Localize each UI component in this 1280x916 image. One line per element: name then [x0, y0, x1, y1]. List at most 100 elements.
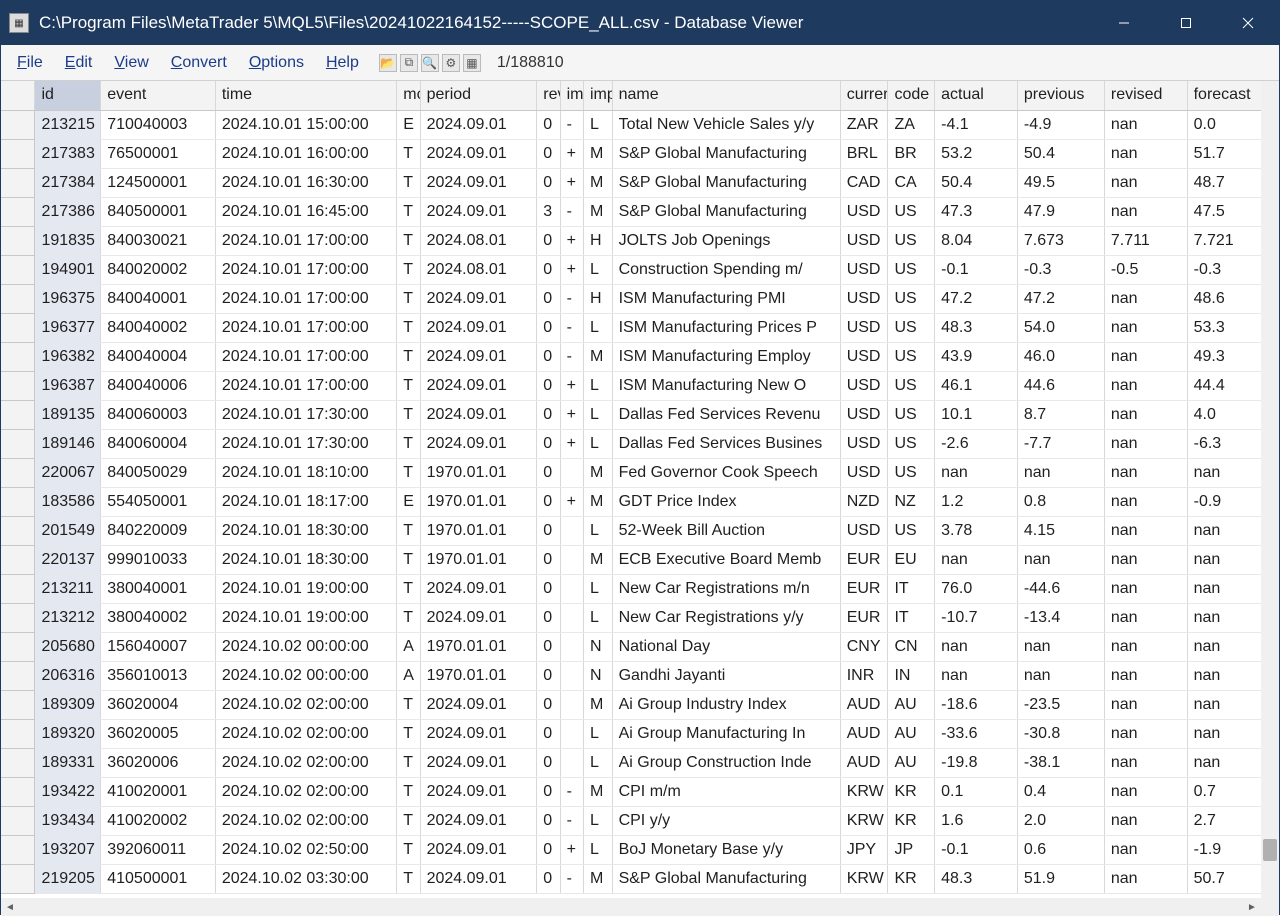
rownum-header[interactable]: [1, 81, 35, 110]
cell-period[interactable]: 2024.09.01: [420, 139, 537, 168]
cell-mc[interactable]: T: [397, 168, 420, 197]
table-row[interactable]: 1934344100200022024.10.02 02:00:00T2024.…: [1, 806, 1279, 835]
cell-im[interactable]: +: [560, 226, 583, 255]
cell-name[interactable]: CPI m/m: [612, 777, 840, 806]
cell-id[interactable]: 205680: [35, 632, 101, 661]
cell-im[interactable]: -: [560, 313, 583, 342]
cell-period[interactable]: 1970.01.01: [420, 516, 537, 545]
cell-actual[interactable]: 8.04: [935, 226, 1018, 255]
cell-id[interactable]: 196387: [35, 371, 101, 400]
cell-rev[interactable]: 0: [537, 516, 560, 545]
cell-period[interactable]: 2024.09.01: [420, 197, 537, 226]
cell-period[interactable]: 2024.09.01: [420, 864, 537, 893]
cell-imp[interactable]: L: [583, 806, 612, 835]
col-code[interactable]: code: [888, 81, 935, 110]
cell-code[interactable]: US: [888, 313, 935, 342]
row-header[interactable]: [1, 284, 35, 313]
cell-currer[interactable]: ZAR: [840, 110, 888, 139]
cell-actual[interactable]: nan: [935, 632, 1018, 661]
cell-previous[interactable]: 0.6: [1017, 835, 1104, 864]
table-row[interactable]: 2063163560100132024.10.02 00:00:00A1970.…: [1, 661, 1279, 690]
cell-id[interactable]: 189146: [35, 429, 101, 458]
cell-revised[interactable]: nan: [1104, 864, 1187, 893]
cell-previous[interactable]: -13.4: [1017, 603, 1104, 632]
cell-id[interactable]: 189309: [35, 690, 101, 719]
cell-code[interactable]: NZ: [888, 487, 935, 516]
cell-code[interactable]: CA: [888, 168, 935, 197]
cell-event[interactable]: 356010013: [101, 661, 216, 690]
cell-im[interactable]: [560, 661, 583, 690]
cell-im[interactable]: +: [560, 835, 583, 864]
cell-imp[interactable]: M: [583, 458, 612, 487]
cell-event[interactable]: 840030021: [101, 226, 216, 255]
cell-previous[interactable]: 49.5: [1017, 168, 1104, 197]
cell-imp[interactable]: M: [583, 342, 612, 371]
table-row[interactable]: 1963878400400062024.10.01 17:00:00T2024.…: [1, 371, 1279, 400]
cell-im[interactable]: [560, 719, 583, 748]
cell-previous[interactable]: -38.1: [1017, 748, 1104, 777]
cell-imp[interactable]: L: [583, 835, 612, 864]
cell-revised[interactable]: nan: [1104, 690, 1187, 719]
menu-options[interactable]: Options: [239, 50, 314, 76]
cell-imp[interactable]: M: [583, 545, 612, 574]
cell-rev[interactable]: 0: [537, 284, 560, 313]
cell-imp[interactable]: L: [583, 371, 612, 400]
cell-mc[interactable]: E: [397, 110, 420, 139]
table-row[interactable]: 1963758400400012024.10.01 17:00:00T2024.…: [1, 284, 1279, 313]
cell-id[interactable]: 194901: [35, 255, 101, 284]
cell-code[interactable]: CN: [888, 632, 935, 661]
cell-imp[interactable]: N: [583, 632, 612, 661]
cell-id[interactable]: 193434: [35, 806, 101, 835]
cell-name[interactable]: Fed Governor Cook Speech: [612, 458, 840, 487]
cell-code[interactable]: US: [888, 371, 935, 400]
col-id[interactable]: id: [35, 81, 101, 110]
copy-icon[interactable]: ⧉: [400, 54, 418, 72]
cell-im[interactable]: [560, 574, 583, 603]
cell-mc[interactable]: T: [397, 690, 420, 719]
cell-currer[interactable]: USD: [840, 458, 888, 487]
cell-actual[interactable]: 10.1: [935, 400, 1018, 429]
cell-currer[interactable]: USD: [840, 255, 888, 284]
cell-previous[interactable]: 2.0: [1017, 806, 1104, 835]
cell-im[interactable]: -: [560, 284, 583, 313]
cell-imp[interactable]: L: [583, 574, 612, 603]
cell-mc[interactable]: T: [397, 139, 420, 168]
cell-im[interactable]: -: [560, 197, 583, 226]
table-row[interactable]: 1835865540500012024.10.01 18:17:00E1970.…: [1, 487, 1279, 516]
cell-rev[interactable]: 0: [537, 255, 560, 284]
cell-actual[interactable]: -0.1: [935, 255, 1018, 284]
cell-event[interactable]: 999010033: [101, 545, 216, 574]
cell-id[interactable]: 183586: [35, 487, 101, 516]
cell-previous[interactable]: -7.7: [1017, 429, 1104, 458]
cell-revised[interactable]: 7.711: [1104, 226, 1187, 255]
cell-mc[interactable]: T: [397, 748, 420, 777]
cell-currer[interactable]: USD: [840, 371, 888, 400]
cell-period[interactable]: 2024.09.01: [420, 748, 537, 777]
cell-code[interactable]: US: [888, 429, 935, 458]
cell-currer[interactable]: USD: [840, 226, 888, 255]
cell-rev[interactable]: 0: [537, 226, 560, 255]
cell-imp[interactable]: M: [583, 168, 612, 197]
cell-mc[interactable]: E: [397, 487, 420, 516]
cell-time[interactable]: 2024.10.02 02:00:00: [215, 806, 396, 835]
cell-time[interactable]: 2024.10.01 19:00:00: [215, 603, 396, 632]
cell-code[interactable]: US: [888, 197, 935, 226]
cell-revised[interactable]: nan: [1104, 168, 1187, 197]
table-row[interactable]: 2132157100400032024.10.01 15:00:00E2024.…: [1, 110, 1279, 139]
cell-actual[interactable]: -0.1: [935, 835, 1018, 864]
cell-event[interactable]: 840040002: [101, 313, 216, 342]
cell-actual[interactable]: 48.3: [935, 864, 1018, 893]
cell-currer[interactable]: CNY: [840, 632, 888, 661]
cell-actual[interactable]: 1.2: [935, 487, 1018, 516]
cell-im[interactable]: +: [560, 429, 583, 458]
cell-code[interactable]: AU: [888, 719, 935, 748]
cell-name[interactable]: 52-Week Bill Auction: [612, 516, 840, 545]
table-row[interactable]: 1963828400400042024.10.01 17:00:00T2024.…: [1, 342, 1279, 371]
cell-id[interactable]: 193422: [35, 777, 101, 806]
cell-period[interactable]: 2024.09.01: [420, 168, 537, 197]
cell-revised[interactable]: nan: [1104, 516, 1187, 545]
cell-mc[interactable]: T: [397, 806, 420, 835]
cell-previous[interactable]: 8.7: [1017, 400, 1104, 429]
minimize-button[interactable]: [1093, 1, 1155, 45]
table-row[interactable]: 1934224100200012024.10.02 02:00:00T2024.…: [1, 777, 1279, 806]
